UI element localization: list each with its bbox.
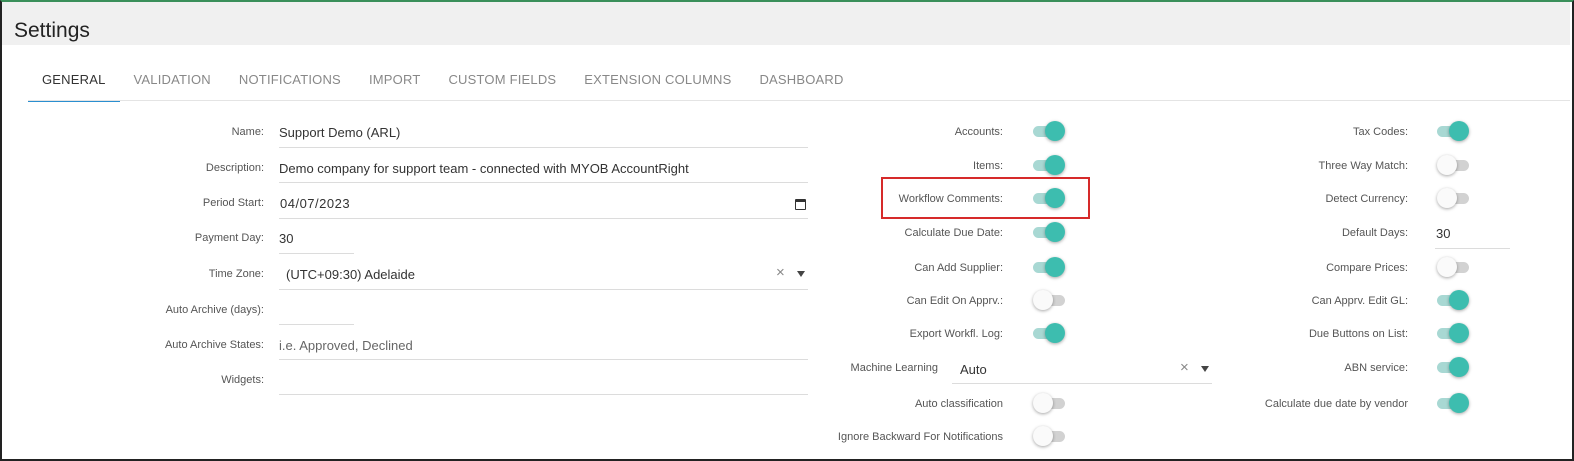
accounts-toggle[interactable] (1033, 121, 1065, 141)
due-buttons-on-list-label: Due Buttons on List: (1308, 328, 1408, 340)
time-zone-underline (279, 289, 808, 290)
machine-learning-select[interactable]: Auto (960, 362, 987, 377)
tab-custom-fields[interactable]: CUSTOM FIELDS (434, 64, 570, 102)
accounts-label: Accounts: (954, 126, 1003, 138)
tab-validation[interactable]: VALIDATION (120, 64, 225, 102)
abn-service-toggle[interactable] (1437, 357, 1469, 377)
tab-import[interactable]: IMPORT (355, 64, 435, 102)
auto-archive-days-label: Auto Archive (days): (165, 304, 264, 316)
tab-bar: GENERAL VALIDATION NOTIFICATIONS IMPORT … (28, 64, 858, 102)
items-toggle[interactable] (1033, 155, 1065, 175)
payment-day-label: Payment Day: (194, 232, 264, 244)
tax-codes-label: Tax Codes: (1352, 126, 1408, 138)
time-zone-label: Time Zone: (208, 268, 264, 280)
auto-archive-states-label: Auto Archive States: (164, 339, 264, 351)
widgets-label: Widgets: (221, 374, 264, 386)
widgets-underline (279, 394, 808, 395)
name-label: Name: (231, 126, 264, 138)
machine-learning-caret-down-icon[interactable] (1201, 366, 1209, 372)
page-title: Settings (14, 19, 90, 42)
calc-due-by-vendor-label: Calculate due date by vendor (1264, 398, 1408, 410)
detect-currency-toggle[interactable] (1437, 188, 1469, 208)
can-add-supplier-label: Can Add Supplier: (914, 262, 1003, 274)
header-band (2, 2, 1570, 45)
machine-learning-label: Machine Learning (850, 362, 938, 374)
ignore-backward-toggle[interactable] (1033, 426, 1065, 446)
three-way-match-toggle[interactable] (1437, 155, 1469, 175)
can-edit-on-apprv-label: Can Edit On Apprv.: (906, 295, 1003, 307)
description-underline (279, 182, 808, 183)
calculate-due-date-toggle[interactable] (1033, 222, 1065, 242)
can-add-supplier-toggle[interactable] (1033, 257, 1065, 277)
calculate-due-date-label: Calculate Due Date: (904, 227, 1003, 239)
auto-classification-label: Auto classification (914, 398, 1003, 410)
tab-extension-columns[interactable]: EXTENSION COLUMNS (570, 64, 745, 102)
export-workfl-log-toggle[interactable] (1033, 323, 1065, 343)
auto-archive-states-underline (279, 359, 808, 360)
calc-due-by-vendor-toggle[interactable] (1437, 393, 1469, 413)
can-edit-on-apprv-toggle[interactable] (1033, 290, 1065, 310)
period-start-input[interactable]: 04/07/2023 (280, 196, 350, 211)
auto-archive-days-underline (279, 324, 354, 325)
export-workfl-log-label: Export Workfl. Log: (909, 328, 1003, 340)
tab-dashboard[interactable]: DASHBOARD (745, 64, 857, 102)
machine-learning-clear-icon[interactable]: × (1180, 359, 1189, 376)
period-start-underline (279, 218, 808, 219)
default-days-underline (1435, 248, 1510, 249)
due-buttons-on-list-toggle[interactable] (1437, 323, 1469, 343)
detect-currency-label: Detect Currency: (1325, 193, 1408, 205)
name-input[interactable]: Support Demo (ARL) (279, 125, 400, 140)
default-days-label: Default Days: (1341, 227, 1408, 239)
tabs-divider (28, 100, 1570, 101)
can-apprv-edit-gl-label: Can Apprv. Edit GL: (1311, 295, 1408, 307)
compare-prices-toggle[interactable] (1437, 257, 1469, 277)
default-days-input[interactable]: 30 (1436, 226, 1450, 241)
time-zone-select[interactable]: (UTC+09:30) Adelaide (286, 267, 415, 282)
time-zone-clear-icon[interactable]: × (776, 264, 785, 281)
payment-day-input[interactable]: 30 (279, 231, 293, 246)
payment-day-underline (279, 253, 354, 254)
description-label: Description: (205, 162, 264, 174)
items-label: Items: (973, 160, 1003, 172)
machine-learning-underline (952, 383, 1212, 384)
compare-prices-label: Compare Prices: (1326, 262, 1408, 274)
name-underline (279, 147, 808, 148)
can-apprv-edit-gl-toggle[interactable] (1437, 290, 1469, 310)
tab-notifications[interactable]: NOTIFICATIONS (225, 64, 355, 102)
abn-service-label: ABN service: (1344, 362, 1408, 374)
time-zone-caret-down-icon[interactable] (797, 271, 805, 277)
workflow-comments-label: Workflow Comments: (898, 193, 1003, 205)
ignore-backward-label: Ignore Backward For Notifications (837, 431, 1003, 443)
auto-classification-toggle[interactable] (1033, 393, 1065, 413)
calendar-icon[interactable] (795, 199, 806, 210)
workflow-comments-toggle[interactable] (1033, 188, 1065, 208)
three-way-match-label: Three Way Match: (1318, 160, 1408, 172)
tab-general[interactable]: GENERAL (28, 64, 120, 102)
tax-codes-toggle[interactable] (1437, 121, 1469, 141)
auto-archive-states-input[interactable]: i.e. Approved, Declined (279, 338, 413, 353)
period-start-label: Period Start: (202, 197, 264, 209)
description-input[interactable]: Demo company for support team - connecte… (279, 161, 689, 176)
